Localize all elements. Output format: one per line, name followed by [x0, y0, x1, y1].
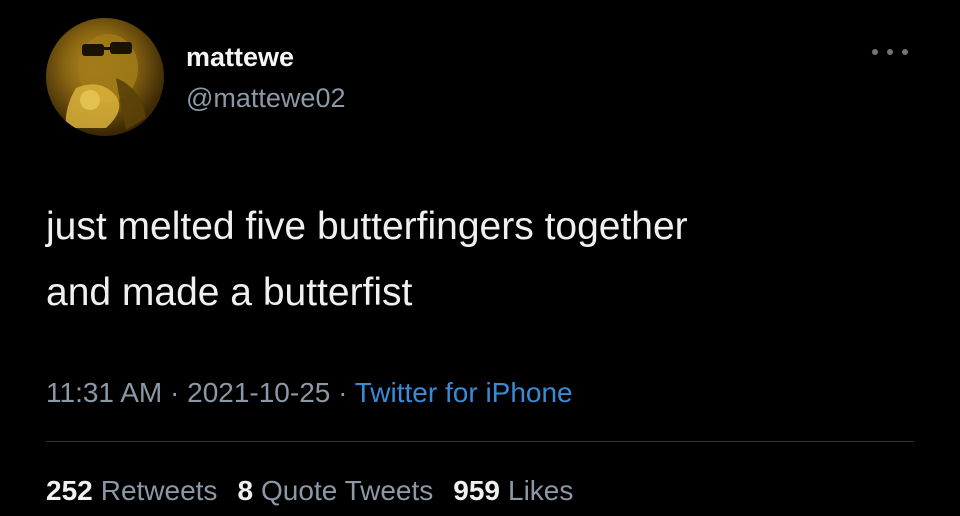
display-name[interactable]: mattewe	[186, 40, 345, 74]
tweet-text: just melted five butterfingers together …	[46, 205, 688, 314]
quote-tweets-stat[interactable]: 8 Quote Tweets	[237, 471, 433, 511]
retweets-stat[interactable]: 252 Retweets	[46, 471, 217, 511]
likes-stat[interactable]: 959 Likes	[453, 471, 573, 511]
dot	[902, 49, 908, 55]
more-options-icon[interactable]	[872, 44, 908, 60]
dot	[887, 49, 893, 55]
quote-tweets-label: Quote Tweets	[261, 475, 434, 506]
likes-label: Likes	[508, 475, 574, 506]
retweets-count: 252	[46, 475, 93, 506]
user-handle[interactable]: @mattewe02	[186, 80, 345, 116]
meta-separator: ·	[330, 377, 355, 408]
tweet-stats: 252 Retweets 8 Quote Tweets 959 Likes	[46, 471, 573, 511]
tweet-time[interactable]: 11:31 AM	[46, 377, 162, 408]
tweet-card: mattewe @mattewe02 just melted five butt…	[0, 0, 960, 516]
quote-tweets-count: 8	[237, 475, 254, 506]
avatar[interactable]	[46, 18, 164, 136]
tweet-source-link[interactable]: Twitter for iPhone	[355, 377, 573, 408]
divider	[46, 441, 914, 442]
author-info: mattewe @mattewe02	[186, 40, 345, 116]
retweets-label: Retweets	[100, 475, 218, 506]
tweet-date[interactable]: 2021-10-25	[187, 377, 330, 408]
tweet-meta: 11:31 AM · 2021-10-25 · Twitter for iPho…	[46, 373, 573, 413]
dot	[872, 49, 878, 55]
meta-separator: ·	[162, 377, 188, 408]
likes-count: 959	[453, 475, 500, 506]
avatar-image	[65, 34, 146, 130]
